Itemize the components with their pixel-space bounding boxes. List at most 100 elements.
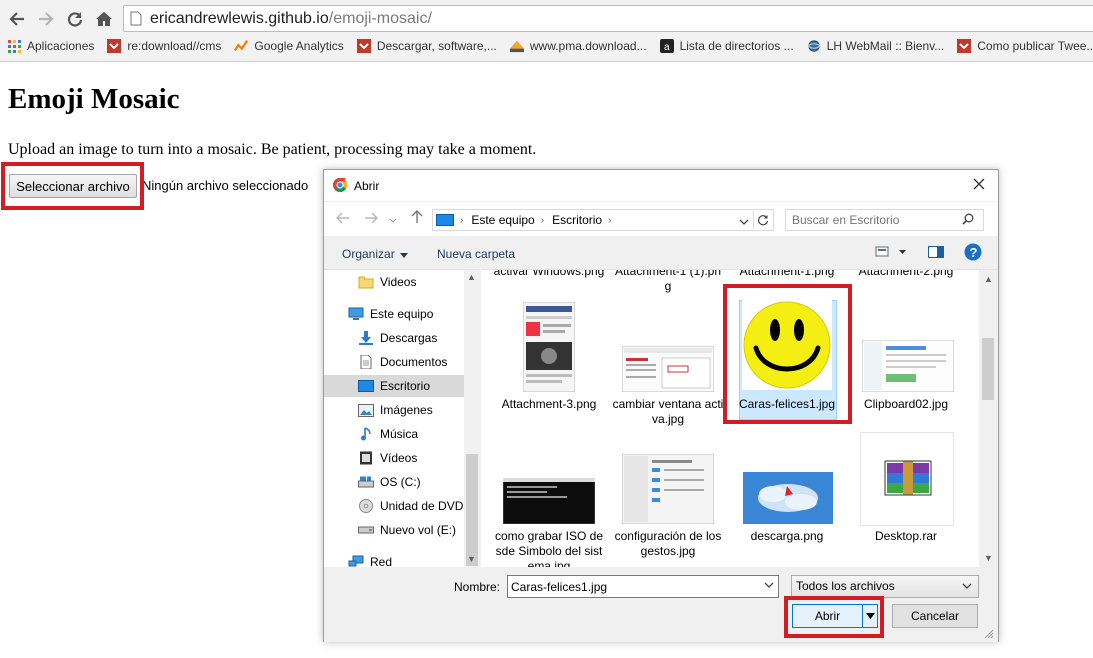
scroll-up-icon[interactable]: ▲ xyxy=(467,272,476,282)
organize-button[interactable]: Organizar xyxy=(342,247,409,261)
nav-scrollbar[interactable]: ▲ ▼ xyxy=(464,270,480,567)
apps-grid-icon xyxy=(7,39,21,53)
rar-file-icon xyxy=(860,432,954,526)
scroll-down-icon[interactable]: ▼ xyxy=(467,554,476,564)
recent-locations-button[interactable] xyxy=(384,210,402,228)
file-list-pane: activar Windows.png Attachment-1 (1).png… xyxy=(481,269,998,567)
nav-item-videos[interactable]: Videos xyxy=(324,271,464,293)
page-title: Emoji Mosaic xyxy=(8,83,180,115)
dialog-address-row: › Este equipo › Escritorio › xyxy=(324,202,998,236)
analytics-icon xyxy=(234,39,249,53)
scroll-up-icon[interactable]: ▲ xyxy=(984,274,993,284)
bookmark-google-analytics[interactable]: Google Analytics xyxy=(234,39,344,53)
nav-item-imagenes[interactable]: Imágenes xyxy=(324,399,464,421)
nav-item-descargas[interactable]: Descargas xyxy=(324,327,464,349)
scroll-down-icon[interactable]: ▼ xyxy=(984,553,993,563)
reload-icon xyxy=(67,12,83,27)
forward-arrow-icon xyxy=(365,212,378,224)
folder-icon xyxy=(358,275,374,289)
url-host: ericandrewlewis.github.io xyxy=(150,9,329,27)
nav-scrollbar-thumb[interactable] xyxy=(466,454,478,566)
bookmark-favicon-icon xyxy=(957,39,972,53)
bookmark-lh-webmail[interactable]: LH WebMail :: Bienv... xyxy=(807,39,944,53)
file-thumbnail xyxy=(861,339,955,393)
download-icon xyxy=(358,331,374,345)
preview-pane-icon xyxy=(928,246,944,258)
forward-arrow-icon xyxy=(39,12,54,26)
nav-item-videos-library[interactable]: Vídeos xyxy=(324,447,464,469)
bookmark-pma[interactable]: www.pma.download... xyxy=(509,39,647,53)
bookmark-favicon-icon xyxy=(107,39,122,53)
dialog-breadcrumb[interactable]: › Este equipo › Escritorio › xyxy=(432,209,774,231)
svg-text:?: ? xyxy=(970,245,978,260)
svg-text:a: a xyxy=(664,42,670,53)
up-folder-button[interactable] xyxy=(408,210,426,228)
search-icon xyxy=(962,213,974,225)
file-name-label: Nombre: xyxy=(454,580,501,594)
music-icon xyxy=(358,427,374,441)
resize-grip-icon[interactable] xyxy=(984,629,994,639)
chevron-down-icon xyxy=(962,583,972,589)
reload-button[interactable] xyxy=(64,8,86,30)
browser-chrome: ericandrewlewis.github.io/emoji-mosaic/ … xyxy=(0,0,1093,62)
cancel-button[interactable]: Cancelar xyxy=(892,604,978,628)
file-type-select[interactable]: Todos los archivos xyxy=(791,575,979,598)
file-name-input[interactable] xyxy=(507,575,779,598)
refresh-button[interactable] xyxy=(753,211,771,229)
nav-item-nuevo-vol[interactable]: Nuevo vol (E:) xyxy=(324,519,464,541)
navigation-pane: Videos Este equipo Descargas Documentos … xyxy=(324,269,480,567)
nav-item-este-equipo[interactable]: Este equipo xyxy=(324,303,464,325)
address-dropdown[interactable] xyxy=(739,213,749,230)
close-button[interactable] xyxy=(970,175,988,193)
bookmark-descargar[interactable]: Descargar, software,... xyxy=(356,39,497,53)
view-options-button[interactable] xyxy=(875,245,907,262)
bookmark-redownload[interactable]: re:download//cms xyxy=(107,39,221,53)
chevron-down-icon[interactable] xyxy=(764,581,774,589)
dialog-back-button[interactable] xyxy=(334,210,352,228)
back-button[interactable] xyxy=(6,8,28,30)
help-button[interactable]: ? xyxy=(964,243,982,264)
file-list-scrollbar-thumb[interactable] xyxy=(982,338,994,400)
preview-pane-button[interactable] xyxy=(928,245,944,262)
nav-item-os-c[interactable]: OS (C:) xyxy=(324,471,464,493)
pma-icon xyxy=(509,39,524,53)
pictures-icon xyxy=(358,403,374,417)
dialog-toolbar: Organizar Nueva carpeta ? xyxy=(324,237,998,269)
page-description: Upload an image to turn into a mosaic. B… xyxy=(8,141,537,158)
dialog-forward-button[interactable] xyxy=(362,210,380,228)
dialog-search-input[interactable] xyxy=(785,209,984,231)
breadcrumb-escritorio[interactable]: Escritorio xyxy=(552,213,602,227)
file-thumbnail xyxy=(502,477,596,525)
forward-button[interactable] xyxy=(35,8,57,30)
open-button[interactable]: Abrir xyxy=(792,604,878,628)
open-options-button[interactable] xyxy=(862,605,878,627)
chrome-icon xyxy=(333,178,347,192)
nav-item-escritorio[interactable]: Escritorio xyxy=(324,375,464,397)
breadcrumb-este-equipo[interactable]: Este equipo xyxy=(471,213,534,227)
nav-item-red[interactable]: Red xyxy=(324,551,464,567)
address-bar[interactable]: ericandrewlewis.github.io/emoji-mosaic/ xyxy=(123,5,1093,32)
chevron-down-icon xyxy=(389,218,397,223)
home-button[interactable] xyxy=(93,8,115,30)
computer-icon xyxy=(348,307,364,321)
choose-file-button[interactable]: Seleccionar archivo xyxy=(9,174,137,198)
dvd-icon xyxy=(358,499,374,513)
bookmarks-bar: Aplicaciones re:download//cms Google Ana… xyxy=(0,35,1093,57)
new-folder-button[interactable]: Nueva carpeta xyxy=(437,247,515,261)
help-icon: ? xyxy=(964,243,982,261)
nav-item-musica[interactable]: Música xyxy=(324,423,464,445)
bookmark-favicon-icon xyxy=(356,39,371,53)
back-arrow-icon xyxy=(9,12,24,26)
nav-item-documentos[interactable]: Documentos xyxy=(324,351,464,373)
file-thumbnail xyxy=(743,472,833,524)
file-list-scrollbar[interactable]: ▲ ▼ xyxy=(979,270,998,567)
file-thumbnail xyxy=(621,345,715,393)
refresh-icon xyxy=(757,215,768,226)
bookmark-apps[interactable]: Aplicaciones xyxy=(7,39,94,53)
view-icon xyxy=(875,246,906,257)
up-arrow-icon xyxy=(411,210,423,223)
bookmark-lista-directorios[interactable]: a Lista de directorios ... xyxy=(659,39,794,53)
nav-item-dvd[interactable]: Unidad de DVD R xyxy=(324,495,464,517)
bookmark-twitter[interactable]: Como publicar Twee... xyxy=(957,39,1093,53)
dialog-bottom-panel: Nombre: Todos los archivos Abrir Cancela… xyxy=(324,567,998,642)
